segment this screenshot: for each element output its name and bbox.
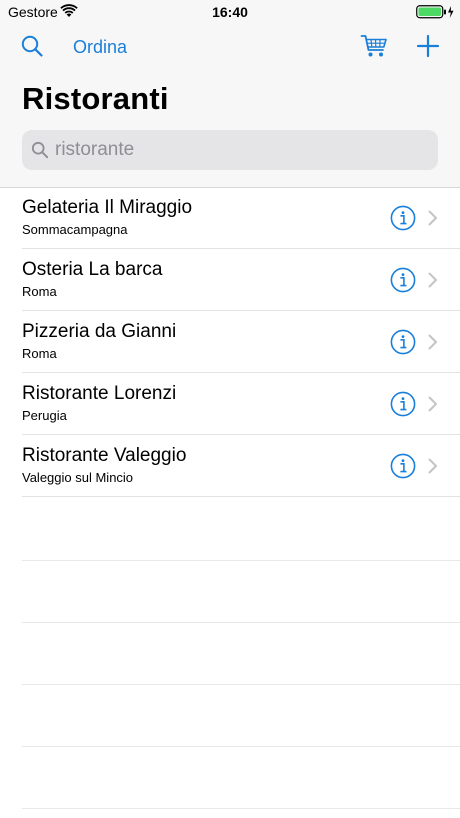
empty-row-separator: [22, 746, 460, 747]
restaurant-city: Roma: [22, 284, 57, 299]
battery-icon: [416, 5, 454, 19]
restaurant-city: Roma: [22, 346, 57, 361]
chevron-right-icon: [428, 396, 437, 412]
info-icon[interactable]: [390, 391, 416, 417]
restaurant-name: Osteria La barca: [22, 259, 163, 280]
search-input[interactable]: [54, 130, 425, 170]
chevron-right-icon: [428, 210, 437, 226]
status-bar: Gestore 16:40: [0, 0, 460, 24]
empty-row-separator: [22, 808, 460, 809]
navigation-bar: Ordina: [0, 24, 460, 72]
restaurant-name: Ristorante Lorenzi: [22, 383, 177, 404]
restaurant-name: Pizzeria da Gianni: [22, 321, 177, 342]
clock: 16:40: [212, 4, 248, 20]
search-bar[interactable]: [22, 130, 438, 170]
restaurant-city: Valeggio sul Mincio: [22, 470, 134, 485]
empty-row-separator: [22, 684, 460, 685]
search-icon[interactable]: [20, 34, 44, 58]
restaurant-list: Gelateria Il Miraggio Sommacampagna Oste…: [0, 187, 460, 497]
empty-row-separator: [22, 560, 460, 561]
chevron-right-icon: [428, 334, 437, 350]
chevron-right-icon: [428, 458, 437, 474]
list-item[interactable]: Ristorante Valeggio Valeggio sul Mincio: [0, 435, 460, 497]
info-icon[interactable]: [390, 329, 416, 355]
restaurant-city: Perugia: [22, 408, 67, 423]
cart-icon[interactable]: [360, 32, 388, 60]
list-item[interactable]: Osteria La barca Roma: [0, 249, 460, 311]
restaurant-name: Ristorante Valeggio: [22, 445, 187, 466]
empty-row-separator: [22, 622, 460, 623]
magnifier-icon: [31, 141, 49, 159]
list-item[interactable]: Gelateria Il Miraggio Sommacampagna: [0, 187, 460, 249]
list-item[interactable]: Ristorante Lorenzi Perugia: [0, 373, 460, 435]
app-screen: Gestore 16:40 Ordina Ristoranti ristoran…: [0, 0, 460, 818]
ordina-button[interactable]: Ordina: [73, 37, 127, 58]
info-icon[interactable]: [390, 267, 416, 293]
restaurant-name: Gelateria Il Miraggio: [22, 197, 193, 218]
info-icon[interactable]: [390, 453, 416, 479]
chevron-right-icon: [428, 272, 437, 288]
plus-icon[interactable]: [416, 34, 440, 58]
info-icon[interactable]: [390, 205, 416, 231]
list-item[interactable]: Pizzeria da Gianni Roma: [0, 311, 460, 373]
page-title: Ristoranti: [22, 81, 169, 116]
restaurant-city: Sommacampagna: [22, 222, 128, 237]
header-area: Gestore 16:40 Ordina Ristoranti ristoran…: [0, 0, 460, 188]
